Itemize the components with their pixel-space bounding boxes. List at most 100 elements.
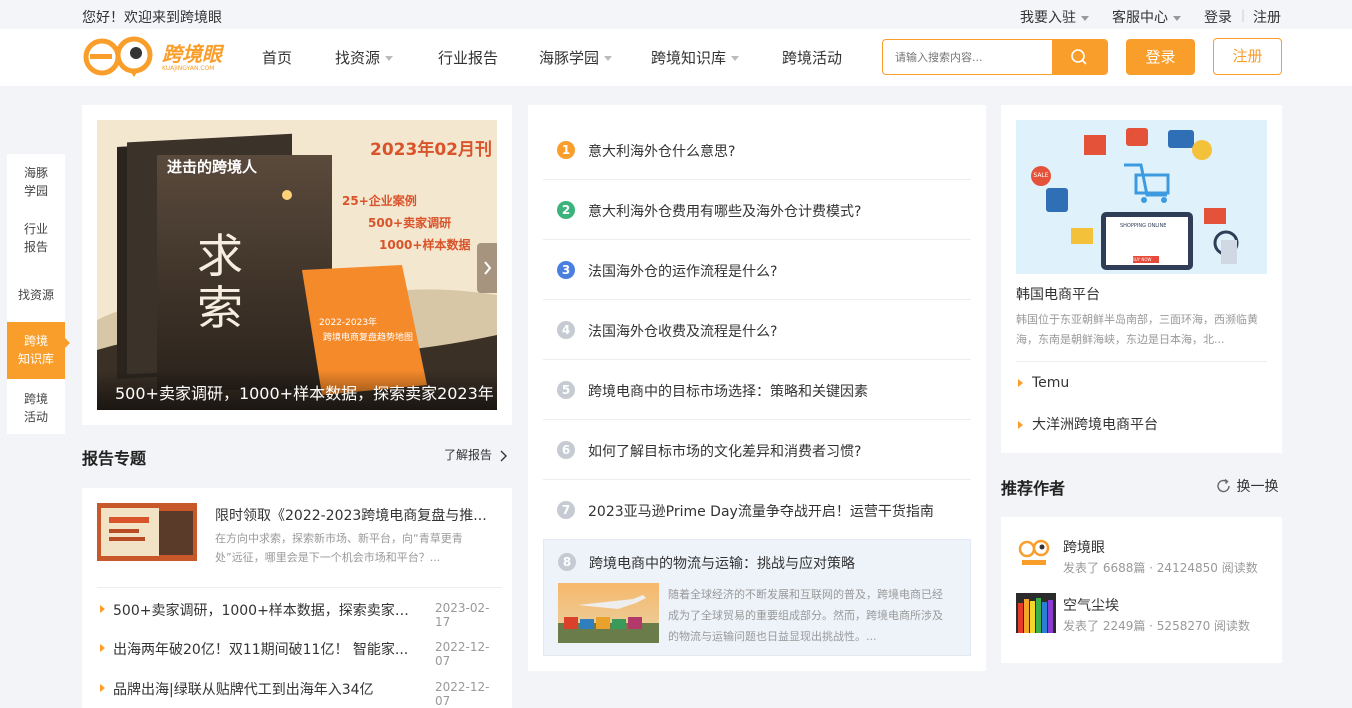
banner-point: 25+企业案例 [342,194,417,208]
chevron-right-icon [484,261,492,275]
chevron-down-icon [1173,15,1181,21]
top-login-link[interactable]: 登录 [1204,7,1232,27]
side-nav-resources[interactable]: 找资源 [7,286,65,304]
banner-point: 1000+样本数据 [379,238,471,252]
reports-more-label: 了解报告 [444,448,493,462]
question-item[interactable]: 4 法国海外仓收费及流程是什么? [543,300,971,360]
side-nav-label: 活动 [23,410,48,424]
login-button[interactable]: 登录 [1126,39,1195,75]
join-link[interactable]: 我要入驻 [1020,7,1089,27]
search-button[interactable] [1052,40,1107,74]
nav-label: 首页 [262,49,293,67]
question-item[interactable]: 1 意大利海外仓什么意思? [543,120,971,180]
question-title: 2023亚马逊Prime Day流量争夺战开启！运营干货指南 [588,504,934,520]
carousel-next-button[interactable] [477,243,497,293]
banner-issue: 2023年02月刊 [370,140,492,160]
refresh-button[interactable]: 换一换 [1216,476,1278,496]
avatar-pencils-image [1018,598,1053,633]
nav-resources[interactable]: 找资源 [335,47,394,68]
report-row-title: 品牌出海|绿联从贴牌代工到出海年入34亿 [113,682,374,698]
question-item-expanded[interactable]: 8 跨境电商中的物流与运输：挑战与应对策略 随着全球经济的不断发展和互联网的普及… [543,539,971,656]
report-featured-title[interactable]: 限时领取《2022-2023跨境电商复盘与推... [215,505,502,525]
rank-badge: 3 [557,261,575,279]
img-shopping-text: SHOPPING ONLINE [1120,223,1167,229]
nav-label: 跨境活动 [782,49,843,67]
nav-label: 行业报告 [438,49,499,67]
banner-book-title: 进击的跨境人 [167,158,258,176]
reports-more-link[interactable]: 了解报告 [444,446,510,463]
nav-academy[interactable]: 海豚学园 [539,47,613,68]
chevron-down-icon [385,56,394,61]
nav-label: 跨境知识库 [651,49,727,67]
rank-badge: 5 [557,381,575,399]
author-name[interactable]: 跨境眼 [1063,537,1105,557]
report-row[interactable]: 出海两年破20亿！双11期间破11亿！ 智能家... 2022-12-07 [97,627,502,668]
search-input[interactable] [883,40,1053,74]
author-avatar[interactable] [1016,535,1052,571]
report-thumb-image [101,508,193,556]
question-title: 跨境电商中的物流与运输：挑战与应对策略 [589,556,855,572]
platform-link-oceania[interactable]: 大洋洲跨境电商平台 [1018,414,1158,434]
orange-book-year: 2022-2023年 [319,318,378,328]
question-item[interactable]: 3 法国海外仓的运作流程是什么? [543,240,971,300]
author-avatar[interactable] [1016,593,1056,633]
bullet-icon [100,644,105,652]
report-row[interactable]: 品牌出海|绿联从贴牌代工到出海年入34亿 2022-12-07 [97,667,502,708]
logo-eye-icon [83,36,153,77]
authors-title: 推荐作者 [1001,479,1066,498]
join-label: 我要入驻 [1020,10,1076,26]
nav-home[interactable]: 首页 [262,47,292,68]
platform-link-temu[interactable]: Temu [1018,375,1069,391]
side-nav-reports[interactable]: 行业 报告 [7,220,65,256]
bullet-icon [1018,421,1023,429]
rank-badge: 8 [558,553,576,571]
report-row-date: 2023-02-17 [435,601,490,629]
side-nav-label: 报告 [23,240,48,254]
register-button[interactable]: 注册 [1213,38,1282,75]
question-item[interactable]: 5 跨境电商中的目标市场选择：策略和关键因素 [543,360,971,420]
shopping-illustration [1046,128,1239,270]
nav-knowledge[interactable]: 跨境知识库 [651,47,740,68]
bullet-icon [100,684,105,692]
rank-badge: 4 [557,321,575,339]
platform-image[interactable]: SHOPPING ONLINE BUY NOW SALE [1016,120,1267,274]
banner-book-big: 求索 [197,229,243,335]
platform-link-label: 大洋洲跨境电商平台 [1032,417,1158,433]
chevron-down-icon [731,56,740,61]
service-link[interactable]: 客服中心 [1112,7,1181,27]
logo[interactable]: 跨境眼 KUAJINGYAN.COM [82,36,232,78]
report-thumbnail[interactable] [97,503,197,561]
question-item[interactable]: 7 2023亚马逊Prime Day流量争夺战开启！运营干货指南 [543,480,971,539]
side-nav-label: 知识库 [17,352,54,366]
platform-link-label: Temu [1032,375,1070,391]
img-sale-badge: SALE [1031,166,1051,186]
side-nav-label: 行业 [23,222,48,236]
side-nav: 海豚 学园 行业报告 找资源 跨境 知识库 跨境 活动 [7,154,65,434]
banner-carousel[interactable]: 进击的跨境人 求索 2023年02月刊 25+企业案例 500+卖家调研 100… [97,120,497,410]
report-row-date: 2022-12-07 [435,680,490,708]
question-title: 法国海外仓收费及流程是什么? [588,324,778,340]
report-row[interactable]: 500+卖家调研，1000+样本数据，探索卖家2... 2023-02-17 [97,587,502,629]
author-name[interactable]: 空气尘埃 [1063,595,1119,615]
top-register-link[interactable]: 注册 [1253,7,1281,27]
reports-title: 报告专题 [82,449,147,468]
side-nav-knowledge[interactable]: 跨境 知识库 [7,322,65,379]
banner-illustration [97,133,497,410]
rank-badge: 6 [557,441,575,459]
nav-reports[interactable]: 行业报告 [438,47,498,68]
nav-events[interactable]: 跨境活动 [782,47,842,68]
nav-label: 海豚学园 [539,49,600,67]
side-nav-academy[interactable]: 海豚 学园 [7,164,65,200]
side-nav-events[interactable]: 跨境 活动 [7,390,65,426]
author-stats: 发表了 6688篇 · 24124850 阅读数 [1063,561,1258,575]
logo-text: 跨境眼 [162,42,222,66]
report-featured-desc: 在方向中求索，探索新市场、新平台，向“青草更青处”远征，哪里会是下一个机会市场和… [215,532,463,564]
question-thumbnail [558,583,659,643]
question-item[interactable]: 2 意大利海外仓费用有哪些及海外仓计费模式? [543,180,971,240]
avatar-logo-icon [1018,539,1050,565]
divider: | [1241,8,1246,22]
side-nav-label: 找资源 [17,288,54,302]
platform-title[interactable]: 韩国电商平台 [1016,284,1100,304]
question-item[interactable]: 6 如何了解目标市场的文化差异和消费者习惯? [543,420,971,480]
logo-subtext: KUAJINGYAN.COM [162,65,215,72]
